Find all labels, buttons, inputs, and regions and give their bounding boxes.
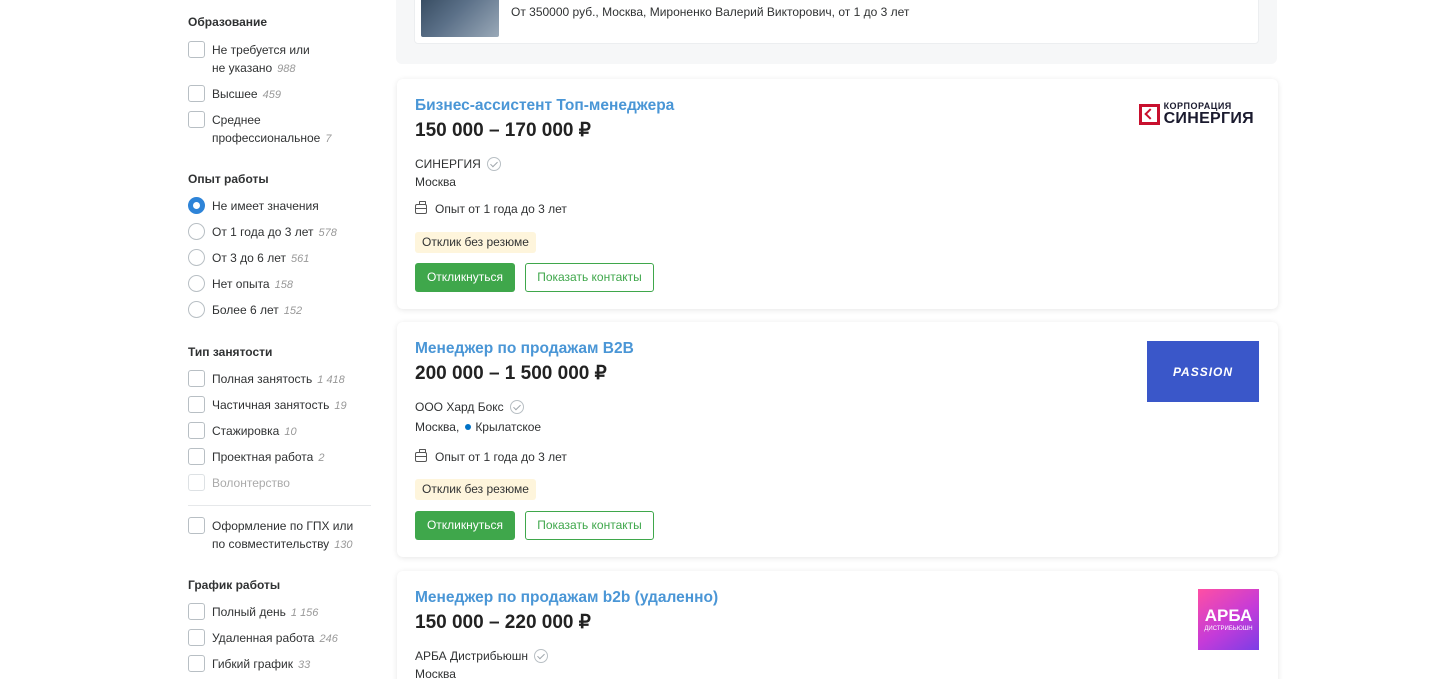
checkbox[interactable] <box>188 396 205 413</box>
vacancy-experience: Опыт от 1 года до 3 лет <box>415 449 567 464</box>
filter-title-employment: Тип занятости <box>188 345 273 359</box>
promo-photo <box>421 0 499 37</box>
metro-dot-icon <box>465 424 472 430</box>
checkbox[interactable] <box>188 603 205 620</box>
promo-text: От 350000 руб., Москва, Мироненко Валери… <box>511 5 910 19</box>
filter-experience-any[interactable]: Не имеет значения <box>188 197 319 215</box>
company-name-link[interactable]: СИНЕРГИЯ <box>415 157 481 171</box>
company-name-link[interactable]: АРБА Дистрибьюшн <box>415 649 528 663</box>
briefcase-icon <box>415 201 427 214</box>
vacancy-salary: 200 000 – 1 500 000 ₽ <box>415 363 607 384</box>
filter-experience-1-3[interactable]: От 1 года до 3 лет 578 <box>188 223 337 242</box>
checkbox-disabled <box>188 474 205 491</box>
radio[interactable] <box>188 223 205 240</box>
vacancy-salary: 150 000 – 170 000 ₽ <box>415 120 591 141</box>
vacancy-card: Бизнес-ассистент Топ-менеджера 150 000 –… <box>397 79 1278 309</box>
apply-button[interactable]: Откликнуться <box>415 263 515 292</box>
filter-employment-gph[interactable]: Оформление по ГПХ или по совместительств… <box>188 517 353 554</box>
company-logo-synergy[interactable]: КОРПОРАЦИЯ СИНЕРГИЯ <box>1138 102 1254 127</box>
checkbox[interactable] <box>188 111 205 128</box>
filter-employment-volunteer: Волонтерство <box>188 474 290 492</box>
vacancy-title-link[interactable]: Менеджер по продажам B2B <box>415 340 634 358</box>
vacancy-city: Москва <box>415 667 456 679</box>
vacancy-title-link[interactable]: Бизнес-ассистент Топ-менеджера <box>415 97 674 115</box>
filter-schedule-flexible[interactable]: Гибкий график 33 <box>188 655 310 674</box>
filter-title-schedule: График работы <box>188 578 281 592</box>
radio[interactable] <box>188 249 205 266</box>
check-circle-icon <box>509 400 524 414</box>
radio-selected[interactable] <box>188 197 205 214</box>
filter-education-higher[interactable]: Высшее 459 <box>188 85 281 104</box>
vacancy-city: Москва, Крылатское <box>415 420 542 434</box>
checkbox[interactable] <box>188 41 205 58</box>
apply-button[interactable]: Откликнуться <box>415 511 515 540</box>
filter-title-experience: Опыт работы <box>188 172 269 186</box>
radio[interactable] <box>188 275 205 292</box>
filter-schedule-remote[interactable]: Удаленная работа 246 <box>188 629 338 648</box>
company-name-link[interactable]: ООО Хард Бокс <box>415 400 504 414</box>
checkbox[interactable] <box>188 370 205 387</box>
filter-experience-6plus[interactable]: Более 6 лет 152 <box>188 301 302 320</box>
filter-schedule-full-day[interactable]: Полный день 1 156 <box>188 603 318 622</box>
company-logo-arba[interactable]: АРБА ДИСТРИБЬЮШН <box>1198 589 1259 650</box>
company-logo-passion[interactable]: PASSION <box>1147 341 1259 402</box>
filter-education-not-required[interactable]: Не требуется или не указано 988 <box>188 41 310 78</box>
vacancy-salary: 150 000 – 220 000 ₽ <box>415 612 591 633</box>
filter-education-secondary[interactable]: Среднее профессиональное 7 <box>188 111 331 148</box>
vacancy-card: Менеджер по продажам B2B 200 000 – 1 500… <box>397 322 1278 557</box>
filter-title-education: Образование <box>188 15 268 29</box>
check-circle-icon <box>486 157 501 171</box>
vacancy-company: ООО Хард Бокс <box>415 400 524 414</box>
checkbox[interactable] <box>188 448 205 465</box>
promo-card-inner[interactable]: От 350000 руб., Москва, Мироненко Валери… <box>414 0 1259 44</box>
radio[interactable] <box>188 301 205 318</box>
checkbox[interactable] <box>188 517 205 534</box>
filter-employment-full[interactable]: Полная занятость 1 418 <box>188 370 345 389</box>
metro-station: Крылатское <box>475 420 542 434</box>
no-resume-badge: Отклик без резюме <box>415 232 536 253</box>
filter-employment-part[interactable]: Частичная занятость 19 <box>188 396 347 415</box>
briefcase-icon <box>415 449 427 462</box>
checkbox[interactable] <box>188 629 205 646</box>
synergy-mark-icon <box>1138 104 1160 125</box>
filter-experience-3-6[interactable]: От 3 до 6 лет 561 <box>188 249 309 268</box>
filter-employment-internship[interactable]: Стажировка 10 <box>188 422 297 441</box>
checkbox[interactable] <box>188 85 205 102</box>
filter-employment-project[interactable]: Проектная работа 2 <box>188 448 324 467</box>
promo-card: От 350000 руб., Москва, Мироненко Валери… <box>396 0 1277 64</box>
vacancy-experience: Опыт от 1 года до 3 лет <box>415 201 567 216</box>
checkbox[interactable] <box>188 655 205 672</box>
vacancy-company: АРБА Дистрибьюшн <box>415 649 549 663</box>
vacancy-title-link[interactable]: Менеджер по продажам b2b (удаленно) <box>415 589 718 607</box>
check-circle-icon <box>534 649 549 663</box>
vacancy-card: Менеджер по продажам b2b (удаленно) 150 … <box>397 571 1278 679</box>
filter-experience-none[interactable]: Нет опыта 158 <box>188 275 293 294</box>
show-contacts-button[interactable]: Показать контакты <box>525 511 654 540</box>
vacancy-city: Москва <box>415 175 456 189</box>
vacancy-company: СИНЕРГИЯ <box>415 157 501 171</box>
no-resume-badge: Отклик без резюме <box>415 479 536 500</box>
filter-divider <box>188 505 371 506</box>
show-contacts-button[interactable]: Показать контакты <box>525 263 654 292</box>
checkbox[interactable] <box>188 422 205 439</box>
